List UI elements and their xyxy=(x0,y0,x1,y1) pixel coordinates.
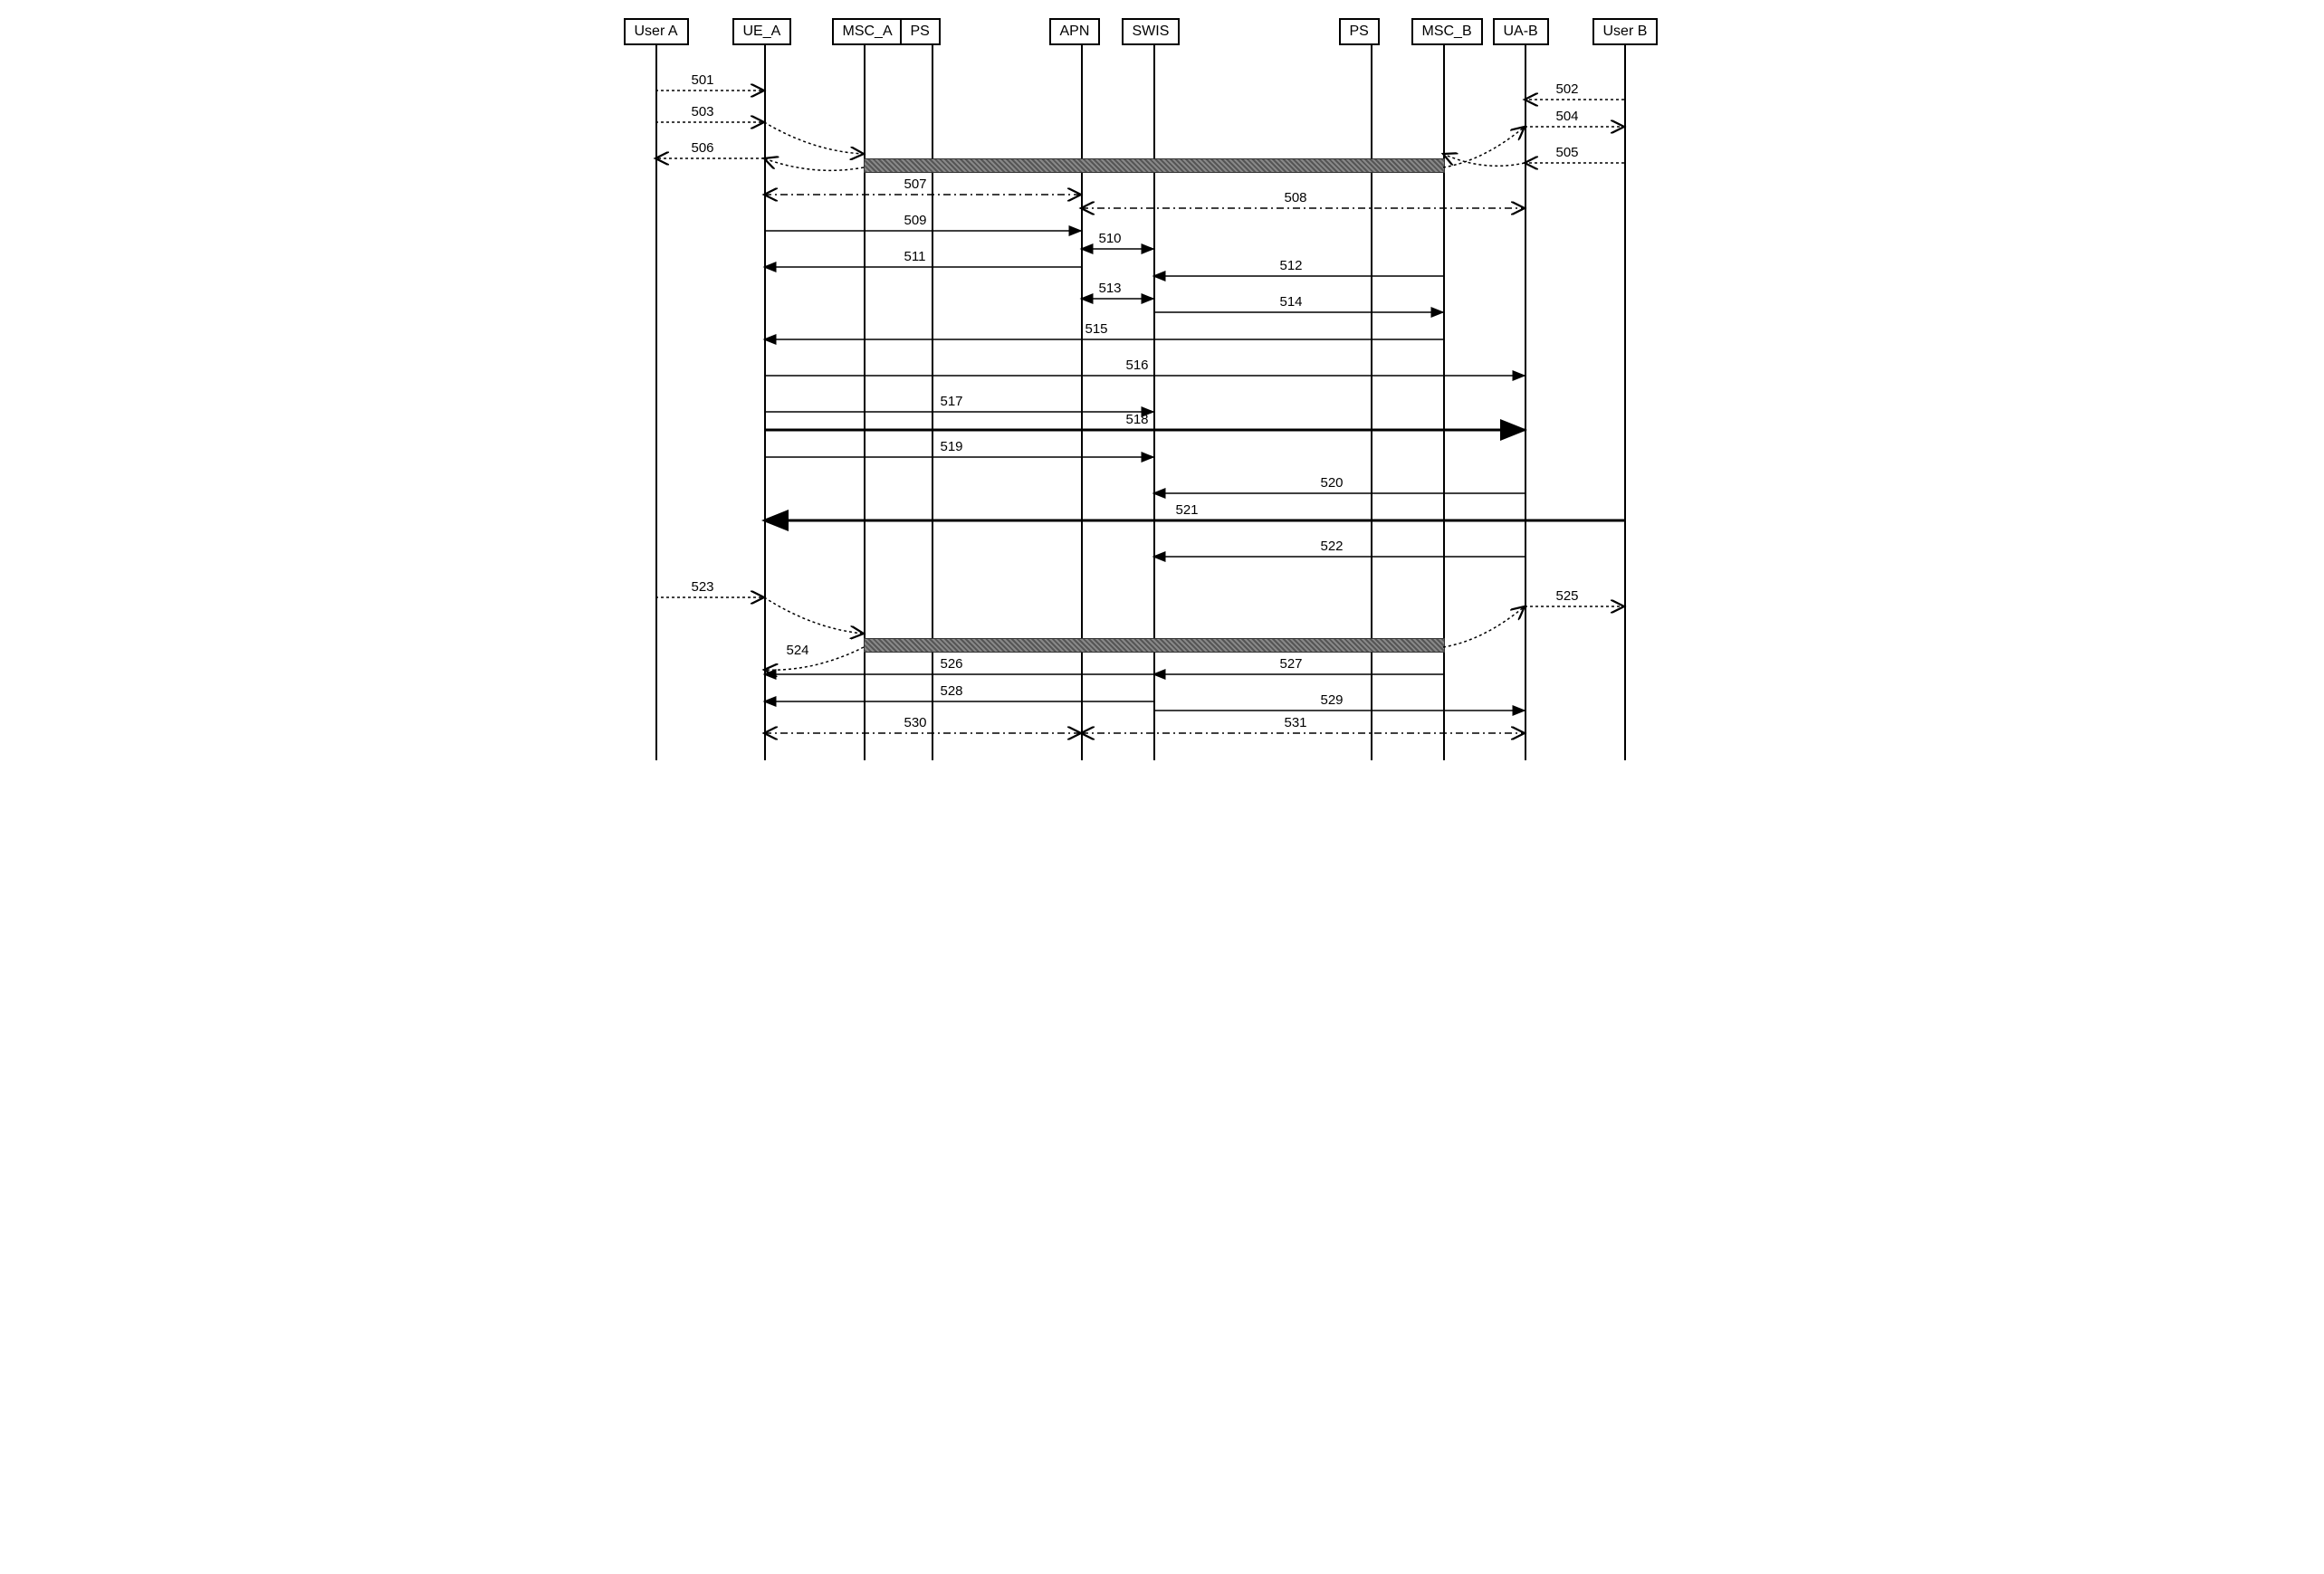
message-label-513: 513 xyxy=(1099,281,1122,296)
curved-523c xyxy=(764,597,864,634)
message-label-506: 506 xyxy=(692,140,714,156)
lifeline-mscB xyxy=(1443,45,1445,760)
message-label-527: 527 xyxy=(1280,656,1303,672)
participant-ueA: UE_A xyxy=(732,18,792,45)
message-label-526: 526 xyxy=(941,656,963,672)
lifeline-ps2 xyxy=(1371,45,1372,760)
participant-ps2: PS xyxy=(1339,18,1380,45)
message-label-515: 515 xyxy=(1085,321,1108,337)
message-label-523: 523 xyxy=(692,579,714,595)
message-label-509: 509 xyxy=(904,213,927,228)
lifeline-swis xyxy=(1153,45,1155,760)
activation-bar xyxy=(864,158,1445,173)
lifeline-uab xyxy=(1525,45,1526,760)
message-label-528: 528 xyxy=(941,683,963,699)
message-label-520: 520 xyxy=(1321,475,1344,491)
message-label-507: 507 xyxy=(904,176,927,192)
curved-504c xyxy=(1443,127,1525,167)
message-label-502: 502 xyxy=(1556,81,1579,97)
lifeline-userB xyxy=(1624,45,1626,760)
message-label-524: 524 xyxy=(787,643,809,658)
message-label-512: 512 xyxy=(1280,258,1303,273)
curved-524 xyxy=(764,647,864,670)
curved-505c xyxy=(1443,154,1525,166)
curved-525c xyxy=(1443,606,1525,647)
activation-bar xyxy=(864,638,1445,653)
message-label-501: 501 xyxy=(692,72,714,88)
participant-apn: APN xyxy=(1049,18,1101,45)
lifeline-ueA xyxy=(764,45,766,760)
lifeline-apn xyxy=(1081,45,1083,760)
participant-userB: User B xyxy=(1592,18,1659,45)
lifeline-userA xyxy=(655,45,657,760)
participant-uab: UA-B xyxy=(1493,18,1549,45)
message-label-525: 525 xyxy=(1556,588,1579,604)
curved-503c xyxy=(764,122,864,154)
participant-swis: SWIS xyxy=(1122,18,1181,45)
message-label-503: 503 xyxy=(692,104,714,119)
message-label-518: 518 xyxy=(1126,412,1149,427)
lifeline-mscA xyxy=(864,45,866,760)
message-label-504: 504 xyxy=(1556,109,1579,124)
message-label-510: 510 xyxy=(1099,231,1122,246)
message-label-517: 517 xyxy=(941,394,963,409)
message-label-529: 529 xyxy=(1321,692,1344,708)
message-label-514: 514 xyxy=(1280,294,1303,310)
message-label-519: 519 xyxy=(941,439,963,454)
message-label-505: 505 xyxy=(1556,145,1579,160)
participant-mscB: MSC_B xyxy=(1411,18,1483,45)
curved-506c xyxy=(764,158,864,170)
sequence-diagram: User AUE_AMSC_APSAPNSWISPSMSC_BUA-BUser … xyxy=(619,18,1706,760)
message-label-511: 511 xyxy=(904,249,926,264)
message-label-516: 516 xyxy=(1126,358,1149,373)
lifeline-ps1 xyxy=(932,45,933,760)
message-label-508: 508 xyxy=(1285,190,1307,205)
participant-userA: User A xyxy=(624,18,689,45)
participant-ps1: PS xyxy=(900,18,941,45)
participant-mscA: MSC_A xyxy=(832,18,904,45)
message-label-531: 531 xyxy=(1285,715,1307,730)
message-label-530: 530 xyxy=(904,715,927,730)
message-label-522: 522 xyxy=(1321,539,1344,554)
message-label-521: 521 xyxy=(1176,502,1199,518)
